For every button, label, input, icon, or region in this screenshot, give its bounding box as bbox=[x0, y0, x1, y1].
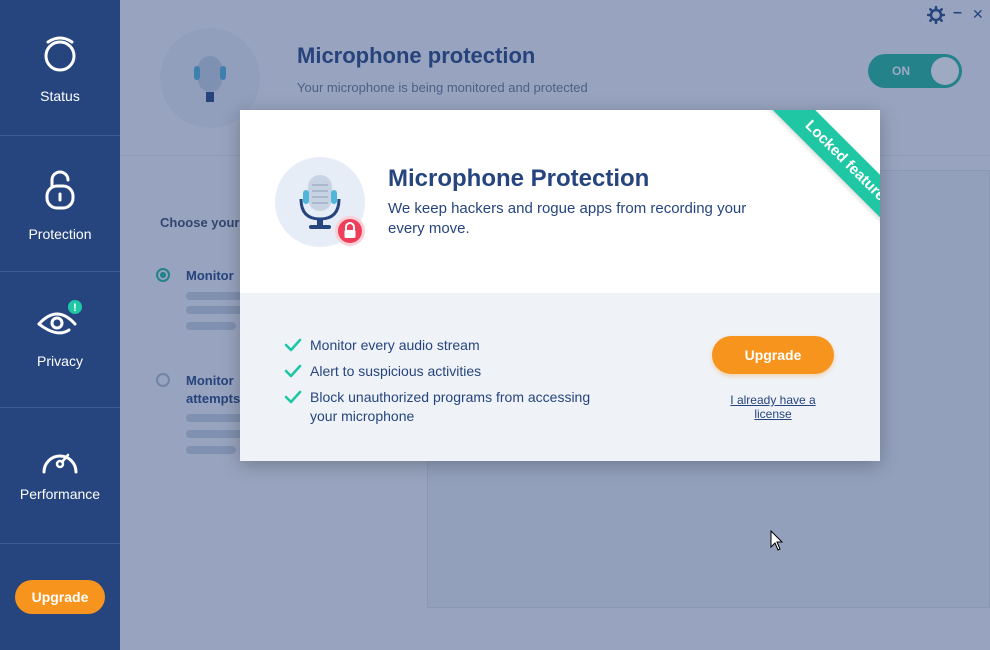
sidebar-item-performance[interactable]: Performance bbox=[0, 408, 120, 544]
padlock-icon bbox=[335, 216, 365, 246]
feature-text: Monitor every audio stream bbox=[310, 337, 480, 353]
sidebar-item-label: Performance bbox=[19, 486, 101, 502]
feature-text: Block unauthorized programs from accessi… bbox=[310, 389, 591, 424]
checkmark-icon bbox=[284, 364, 302, 378]
gear-icon[interactable] bbox=[926, 5, 946, 29]
close-button[interactable]: ✕ bbox=[972, 6, 984, 23]
lock-icon bbox=[45, 170, 75, 210]
sidebar-item-label: Privacy bbox=[37, 353, 83, 369]
sidebar-item-label: Status bbox=[40, 88, 80, 104]
locked-feature-dialog: Microphone Protection We keep hackers an… bbox=[240, 110, 880, 461]
checkmark-icon bbox=[284, 338, 302, 352]
feature-item: Alert to suspicious activities bbox=[284, 362, 604, 381]
privacy-alert-badge: ! bbox=[73, 302, 77, 314]
status-ring-icon bbox=[44, 36, 76, 72]
speedometer-icon bbox=[42, 453, 78, 474]
already-have-license-link[interactable]: I already have a license bbox=[712, 393, 834, 421]
upgrade-button[interactable]: Upgrade bbox=[712, 336, 834, 374]
sidebar-item-status[interactable]: Status bbox=[0, 0, 120, 136]
mouse-cursor-icon bbox=[770, 530, 784, 551]
sidebar-item-label: Protection bbox=[28, 226, 92, 242]
dialog-description: We keep hackers and rogue apps from reco… bbox=[388, 200, 747, 237]
feature-text: Alert to suspicious activities bbox=[310, 363, 482, 379]
feature-item: Block unauthorized programs from accessi… bbox=[284, 388, 614, 426]
eye-icon: ! bbox=[37, 298, 84, 335]
sidebar-item-protection[interactable]: Protection bbox=[0, 136, 120, 272]
minimize-button[interactable]: – bbox=[953, 4, 962, 22]
checkmark-icon bbox=[284, 390, 302, 404]
dialog-title: Microphone Protection bbox=[388, 165, 650, 192]
sidebar-upgrade-button[interactable]: Upgrade bbox=[15, 580, 105, 614]
sidebar-item-privacy[interactable]: ! Privacy bbox=[0, 272, 120, 408]
sidebar: Status Protection ! Privacy Performance … bbox=[0, 0, 120, 650]
feature-item: Monitor every audio stream bbox=[284, 336, 604, 355]
